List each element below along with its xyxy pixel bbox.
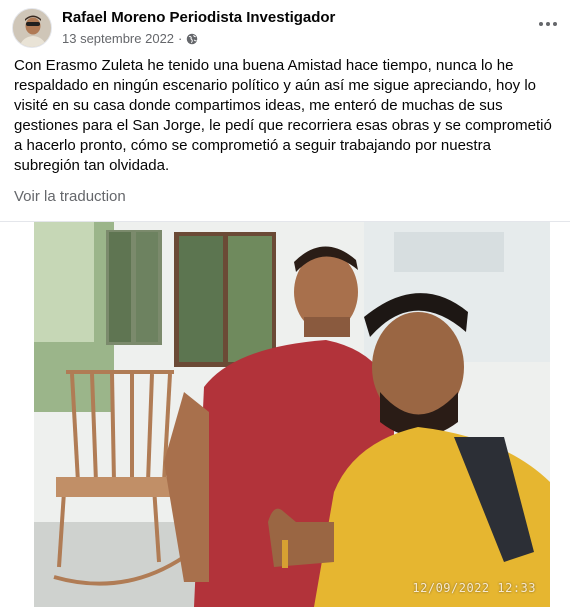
photo-timestamp: 12/09/2022 12:33 <box>412 581 536 595</box>
facebook-post: Rafael Moreno Periodista Investigador 13… <box>0 0 570 608</box>
globe-icon <box>187 33 198 44</box>
post-meta: 13 septembre 2022 · <box>62 31 198 46</box>
more-options-button[interactable] <box>536 12 560 36</box>
see-translation-link[interactable]: Voir la traduction <box>14 188 126 205</box>
post-date[interactable]: 13 septembre 2022 <box>62 31 174 46</box>
post-photo[interactable]: 12/09/2022 12:33 <box>34 222 550 607</box>
meta-separator: · <box>178 31 183 46</box>
photo-image <box>34 222 550 607</box>
author-avatar[interactable] <box>12 8 52 48</box>
post-photo-area: 12/09/2022 12:33 <box>0 221 570 608</box>
author-name[interactable]: Rafael Moreno Periodista Investigador <box>62 9 335 26</box>
post-header: Rafael Moreno Periodista Investigador 13… <box>0 0 570 52</box>
more-horizontal-icon <box>539 22 557 26</box>
post-body-text: Con Erasmo Zuleta he tenido una buena Am… <box>14 57 552 174</box>
avatar-image <box>13 9 51 47</box>
